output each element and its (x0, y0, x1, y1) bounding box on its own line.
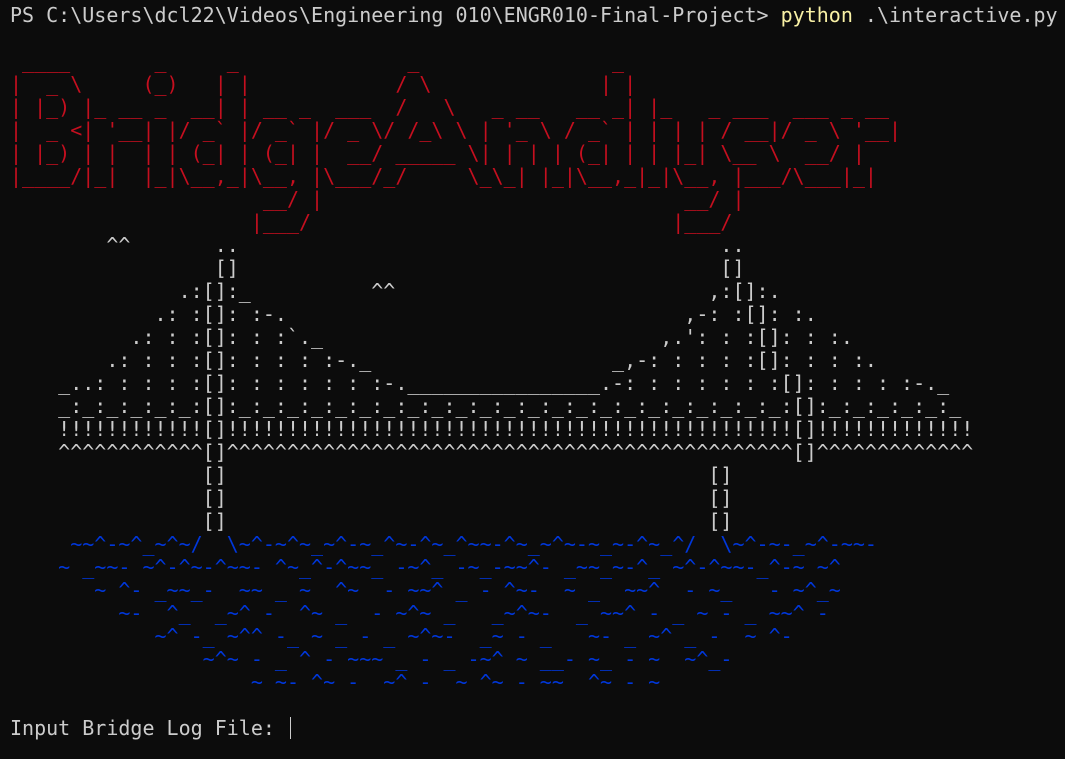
command-args: .\interactive.py (852, 3, 1058, 27)
terminal-window[interactable]: PS C:\Users\dcl22\Videos\Engineering 010… (0, 0, 1065, 759)
shell-prompt-line: PS C:\Users\dcl22\Videos\Engineering 010… (10, 4, 1058, 27)
prompt-path: PS C:\Users\dcl22\Videos\Engineering 010… (10, 3, 781, 27)
bridge-analyser-banner: ____ _ _ _ _ | _ \ (_) | | / \ | | | |_)… (10, 49, 902, 234)
command-name: python (780, 3, 853, 27)
water-ascii-art: ~~^-~^_~^~/ \~^-~^~_~^-~_^~-^~_^~~-^~_~^… (58, 532, 877, 694)
input-prompt-label: Input Bridge Log File: (10, 716, 287, 740)
input-prompt-line[interactable]: Input Bridge Log File: (10, 717, 291, 740)
text-cursor[interactable] (289, 717, 291, 739)
bridge-ascii-art: ^^ .. .. [] [] .:[]:_ ^^ ,:[]:. .: :[]: (58, 233, 974, 533)
